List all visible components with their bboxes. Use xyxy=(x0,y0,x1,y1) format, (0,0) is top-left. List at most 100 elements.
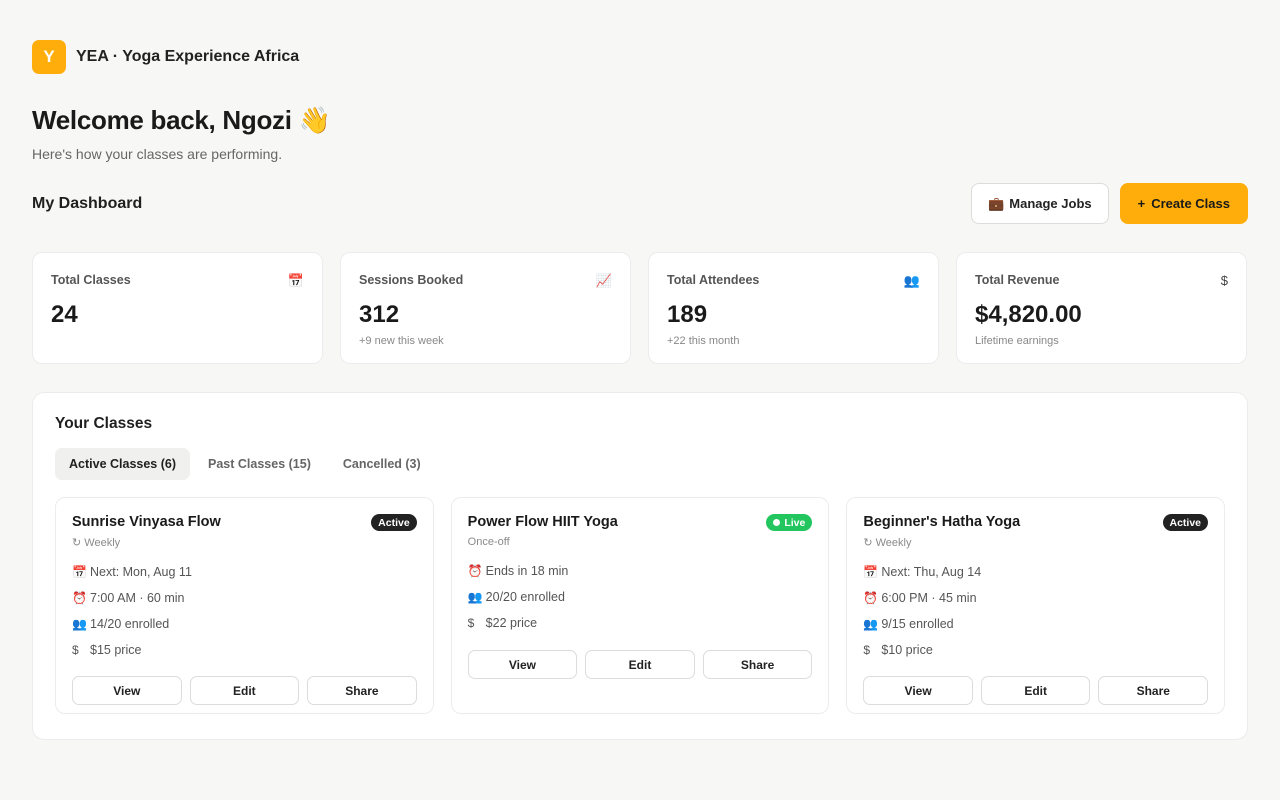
view-button[interactable]: View xyxy=(72,676,182,705)
alarm-clock-icon: ⏰ xyxy=(467,564,483,578)
people-icon: 👥 xyxy=(72,617,87,631)
class-title: Sunrise Vinyasa Flow xyxy=(72,514,221,530)
calendar-icon: 📅 xyxy=(863,565,879,579)
class-meta-text: 20/20 enrolled xyxy=(485,590,565,604)
edit-button[interactable]: Edit xyxy=(189,676,300,705)
class-meta-text: $15 price xyxy=(90,643,142,657)
brand-logo: Y xyxy=(32,40,66,74)
dollar-icon: $ xyxy=(1220,273,1228,288)
class-meta-row: 👥 14/20 enrolled xyxy=(72,611,417,637)
stat-card-total-attendees: Total Attendees 👥 189 +22 this month xyxy=(648,252,939,364)
manage-jobs-label: Manage Jobs xyxy=(1009,196,1092,211)
class-meta-row: 📅 Next: Thu, Aug 14 xyxy=(863,559,1208,585)
view-button[interactable]: View xyxy=(863,676,973,705)
people-icon: 👥 xyxy=(467,590,483,604)
plus-icon: + xyxy=(1137,196,1146,211)
class-meta-row: 👥 9/15 enrolled xyxy=(863,611,1208,637)
class-meta-text: 7:00 AM · 60 min xyxy=(90,591,185,605)
welcome-heading: Welcome back, Ngozi 👋 xyxy=(32,105,331,135)
class-meta-row: 📅 Next: Mon, Aug 11 xyxy=(72,559,417,585)
chart-up-icon: 📈 xyxy=(595,273,612,288)
stat-card-sessions-booked: Sessions Booked 📈 312 +9 new this week xyxy=(340,252,631,364)
class-meta-row: $ $15 price xyxy=(72,637,417,663)
stats-row: Total Classes 📅 24 Sessions Booked 📈 312 +9 ne… xyxy=(32,252,1248,364)
class-meta-text: $22 price xyxy=(485,616,538,630)
briefcase-icon: 💼 xyxy=(988,195,1005,211)
stat-note: +9 new this week xyxy=(359,335,444,347)
people-icon: 👥 xyxy=(903,273,920,288)
brand-name: YEA · Yoga Experience Africa xyxy=(76,48,300,65)
class-title: Power Flow HIIT Yoga xyxy=(467,514,618,530)
stat-note: Lifetime earnings xyxy=(975,335,1059,347)
class-frequency: ↻ Weekly xyxy=(72,537,121,549)
class-card: Sunrise Vinyasa Flow Active ↻ Weekly 📅 Next:… xyxy=(55,497,434,714)
status-badge: Active xyxy=(371,514,417,531)
class-card-actions: View Edit Share xyxy=(467,650,813,679)
dollar-icon: $ xyxy=(863,643,871,657)
calendar-icon: 📅 xyxy=(72,565,87,579)
dashboard-actions: 💼 Manage Jobs + Create Class xyxy=(971,183,1248,224)
tab-past-classes[interactable]: Past Classes (15) xyxy=(194,448,325,480)
alarm-clock-icon: ⏰ xyxy=(72,591,87,605)
class-meta-row: ⏰ 6:00 PM · 45 min xyxy=(863,585,1208,611)
people-icon: 👥 xyxy=(863,617,879,631)
live-dot-icon xyxy=(773,519,781,526)
class-card-actions: View Edit Share xyxy=(72,676,417,705)
stat-label: Total Attendees xyxy=(667,273,760,287)
share-button[interactable]: Share xyxy=(1098,676,1209,705)
class-meta-text: 14/20 enrolled xyxy=(90,617,170,631)
class-meta-list: 📅 Next: Mon, Aug 11 ⏰ 7:00 AM · 60 min 👥 14/2… xyxy=(72,559,417,663)
class-meta-text: $10 price xyxy=(881,643,933,657)
stat-card-total-revenue: Total Revenue $ $4,820.00 Lifetime earnings xyxy=(956,252,1247,364)
class-meta-row: ⏰ Ends in 18 min xyxy=(468,558,813,584)
class-meta-row: $ $10 price xyxy=(863,637,1208,663)
status-badge-label: Active xyxy=(1169,516,1202,529)
share-button[interactable]: Share xyxy=(307,676,417,705)
class-meta-row: $ $22 price xyxy=(468,610,813,636)
calendar-icon: 📅 xyxy=(287,273,304,288)
status-badge-label: Active xyxy=(378,516,410,529)
class-meta-text: Ends in 18 min xyxy=(485,564,569,578)
class-meta-row: 👥 20/20 enrolled xyxy=(468,584,813,610)
class-card-actions: View Edit Share xyxy=(863,676,1209,705)
edit-button[interactable]: Edit xyxy=(980,676,1091,705)
class-frequency: ↻ Weekly xyxy=(863,537,912,549)
stat-card-total-classes: Total Classes 📅 24 xyxy=(32,252,323,364)
stat-value: $4,820.00 xyxy=(975,301,1082,328)
stat-label: Total Revenue xyxy=(975,273,1060,287)
classes-panel: Your Classes Active Classes (6) Past Clas… xyxy=(32,392,1248,740)
edit-button[interactable]: Edit xyxy=(585,650,695,679)
dashboard-header: My Dashboard 💼 Manage Jobs + Create Clas… xyxy=(32,183,1248,224)
stat-value: 312 xyxy=(359,301,400,328)
dollar-icon: $ xyxy=(467,616,475,630)
stat-label: Sessions Booked xyxy=(359,273,464,287)
status-badge-label: Live xyxy=(784,516,806,529)
create-class-button[interactable]: + Create Class xyxy=(1119,183,1248,224)
status-badge: Active xyxy=(1162,514,1209,531)
share-button[interactable]: Share xyxy=(702,650,813,679)
class-meta-list: ⏰ Ends in 18 min 👥 20/20 enrolled $ $22 price xyxy=(468,558,813,636)
create-class-label: Create Class xyxy=(1151,196,1230,211)
class-meta-text: 6:00 PM · 45 min xyxy=(881,591,977,605)
class-meta-row: ⏰ 7:00 AM · 60 min xyxy=(72,585,417,611)
class-cards: Sunrise Vinyasa Flow Active ↻ Weekly 📅 Next:… xyxy=(55,497,1226,714)
dashboard-title: My Dashboard xyxy=(32,194,143,212)
class-frequency: Once-off xyxy=(467,536,510,548)
tab-active-classes[interactable]: Active Classes (6) xyxy=(55,448,191,480)
manage-jobs-button[interactable]: 💼 Manage Jobs xyxy=(971,183,1109,224)
class-meta-text: Next: Thu, Aug 14 xyxy=(881,565,982,579)
welcome-subtitle: Here's how your classes are performing. xyxy=(32,146,283,162)
class-meta-text: Next: Mon, Aug 11 xyxy=(90,565,192,579)
tab-cancelled[interactable]: Cancelled (3) xyxy=(329,448,435,480)
class-meta-text: 9/15 enrolled xyxy=(881,617,954,631)
class-card: Power Flow HIIT Yoga Live Once-off ⏰ Ends in… xyxy=(450,497,830,714)
classes-tabs: Active Classes (6) Past Classes (15) Cance… xyxy=(55,448,1225,480)
view-button[interactable]: View xyxy=(467,650,578,679)
class-title: Beginner's Hatha Yoga xyxy=(863,514,1021,530)
classes-title: Your Classes xyxy=(55,415,153,432)
brand[interactable]: Y YEA · Yoga Experience Africa xyxy=(32,40,1248,74)
stat-value: 24 xyxy=(51,301,78,328)
stat-note: +22 this month xyxy=(667,335,740,347)
app-root: Y YEA · Yoga Experience Africa Welcome b… xyxy=(32,40,1248,740)
status-badge: Live xyxy=(766,514,813,531)
